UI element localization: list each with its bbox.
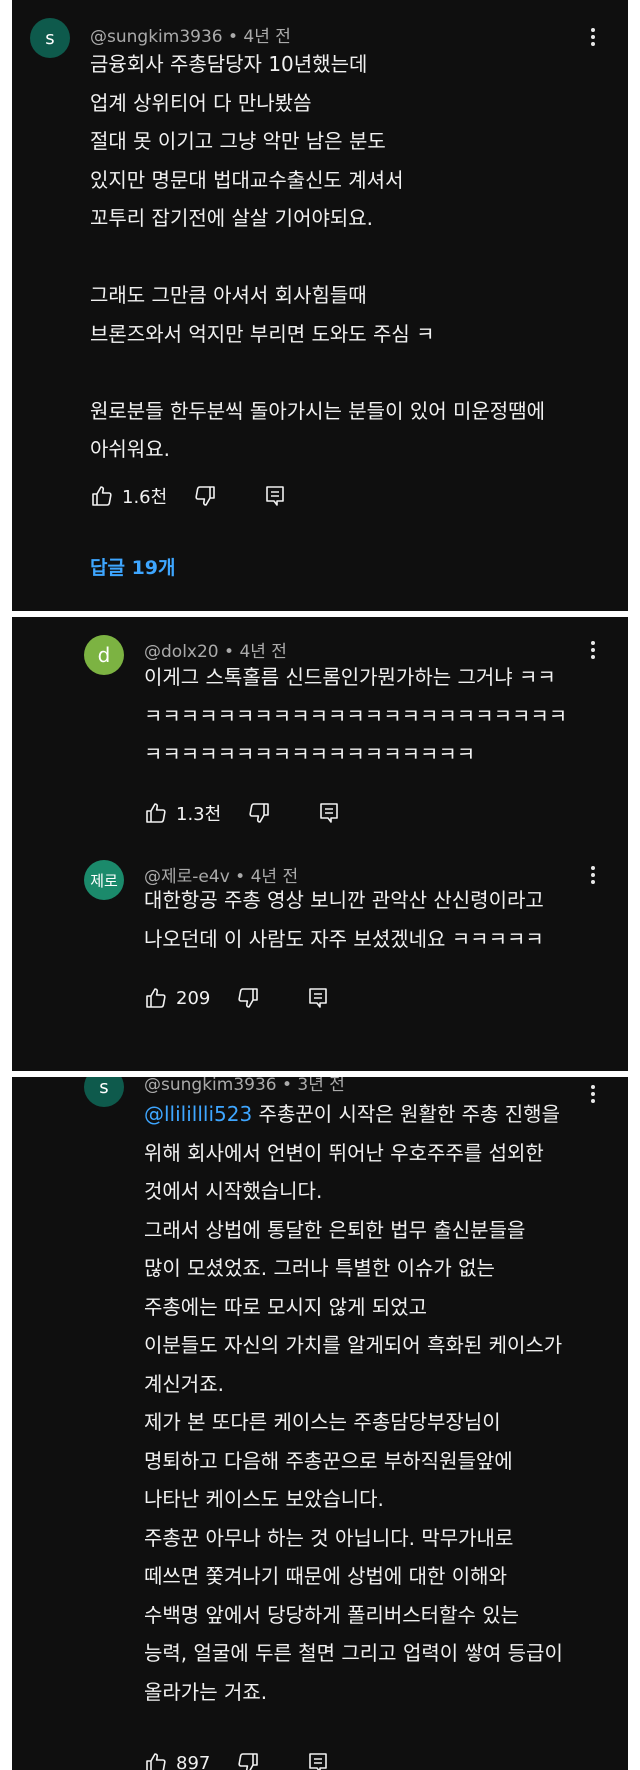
comment-actions: 209 xyxy=(144,986,330,1010)
comment-panel-1: s @sungkim3936 • 4년 전 금융회사 주총담당자 10년했는데 … xyxy=(12,0,628,611)
reply-comment-icon[interactable] xyxy=(317,801,341,825)
comment-actions: 897 xyxy=(144,1751,330,1770)
comment-line: ㅋㅋㅋㅋㅋㅋㅋㅋㅋㅋㅋㅋㅋㅋㅋㅋㅋㅋㅋㅋㅋㅋㅋ xyxy=(144,703,568,728)
avatar-letter: 제로 xyxy=(90,871,118,890)
reply-comment: d @dolx20 • 4년 전 이게그 스톡홀름 신드롬인가뭔가하는 그거냐 … xyxy=(12,617,628,837)
avatar-letter: d xyxy=(97,643,111,667)
comment-panel-2: d @dolx20 • 4년 전 이게그 스톡홀름 신드롬인가뭔가하는 그거냐 … xyxy=(12,617,628,1071)
comment-actions: 1.3천 xyxy=(144,800,341,826)
more-vertical-icon[interactable] xyxy=(590,863,596,887)
comment-line: 금융회사 주총담당자 10년했는데 xyxy=(90,52,368,76)
comment-line: 꼬투리 잡기전에 살살 기어야되요. xyxy=(90,206,374,230)
like-count: 209 xyxy=(176,987,211,1009)
comment-body: 대한항공 주총 영상 보니깐 관악산 산신령이라고 나오던데 이 사람도 자주 … xyxy=(144,881,544,958)
comment-line: 것에서 시작했습니다. xyxy=(144,1179,323,1203)
comment-line xyxy=(90,353,545,392)
avatar[interactable]: 제로 xyxy=(84,860,124,900)
comment-line: 이분들도 자신의 가치를 알게되어 흑화된 케이스가 xyxy=(144,1333,563,1357)
comment-time: • 3년 전 xyxy=(276,1077,345,1095)
comment-body: 이게그 스톡홀름 신드롬인가뭔가하는 그거냐 ㅋㅋ ㅋㅋㅋㅋㅋㅋㅋㅋㅋㅋㅋㅋㅋㅋ… xyxy=(144,658,567,774)
comment-line: 수백명 앞에서 당당하게 폴리버스터할수 있는 xyxy=(144,1602,520,1627)
author-handle[interactable]: @sungkim3936 xyxy=(144,1077,277,1095)
comment-line: 있지만 명문대 법대교수출신도 계셔서 xyxy=(90,167,404,192)
comment-line: 위해 회사에서 언변이 뛰어난 우호주주를 섭외한 xyxy=(144,1140,544,1165)
comment-line: 올라가는 거죠. xyxy=(144,1679,268,1704)
comment-text: 주총꾼이 시작은 원활한 주총 진행을 xyxy=(252,1102,560,1126)
comment-thread: s @sungkim3936 • 4년 전 금융회사 주총담당자 10년했는데 … xyxy=(12,0,628,611)
comment-line: 그래도 그만큼 아셔서 회사힘들때 xyxy=(90,283,367,307)
comment-line: 많이 모셨었죠. 그러나 특별한 이슈가 없는 xyxy=(144,1256,495,1280)
comment-meta: @sungkim3936 • 3년 전 xyxy=(144,1077,345,1095)
like-count: 1.3천 xyxy=(176,804,222,825)
comment-line: 떼쓰면 쫓겨나기 때문에 상법에 대한 이해와 xyxy=(144,1564,507,1588)
comment-first-line: @llilillli523 주총꾼이 시작은 원활한 주총 진행을 xyxy=(144,1095,563,1134)
thumbs-up-icon[interactable] xyxy=(90,484,114,508)
comment-meta: @sungkim3936 • 4년 전 xyxy=(90,22,291,47)
comment-time: • 4년 전 xyxy=(222,27,291,47)
comment-actions: 1.6천 xyxy=(90,483,287,509)
comment-line: 능력, 얼굴에 두른 철면 그리고 업력이 쌓여 등급이 xyxy=(144,1641,563,1665)
comment-line xyxy=(90,238,545,277)
comment-line: 업계 상위티어 다 만나봤씀 xyxy=(90,90,312,115)
comment-line: 명퇴하고 다음해 주총꾼으로 부하직원들앞에 xyxy=(144,1448,513,1473)
author-handle[interactable]: @sungkim3936 xyxy=(90,27,223,47)
comment-line: 주총꾼 아무나 하는 것 아닙니다. 막무가내로 xyxy=(144,1525,514,1550)
avatar-letter: s xyxy=(45,27,55,49)
view-replies-link[interactable]: 답글 19개 xyxy=(90,553,176,580)
thumbs-up-icon[interactable] xyxy=(144,801,168,825)
comment-line: 계신거죠. xyxy=(144,1371,224,1396)
comment-body: 금융회사 주총담당자 10년했는데 업계 상위티어 다 만나봤씀 절대 못 이기… xyxy=(90,45,545,469)
comment-line: 주총에는 따로 모시지 않게 되었고 xyxy=(144,1294,428,1319)
comment-line: 이게그 스톡홀름 신드롬인가뭔가하는 그거냐 ㅋㅋ xyxy=(144,665,556,689)
thumbs-up-icon[interactable] xyxy=(144,1751,168,1770)
reply-comment: s @sungkim3936 • 3년 전 @llilillli523 주총꾼이… xyxy=(12,1077,628,1770)
comment-line: 나타난 케이스도 보았습니다. xyxy=(144,1487,384,1511)
comment-line: 브론즈와서 억지만 부리면 도와도 주심 ㅋ xyxy=(90,321,435,346)
comment-line: 제가 본 또다른 케이스는 주총담당부장님이 xyxy=(144,1410,501,1434)
thumbs-up-icon[interactable] xyxy=(144,986,168,1010)
reply-comment-icon[interactable] xyxy=(306,1751,330,1770)
thumbs-down-icon[interactable] xyxy=(247,801,271,825)
comment-line: 절대 못 이기고 그냥 악만 남은 분도 xyxy=(90,129,386,153)
like-count: 1.6천 xyxy=(122,487,168,508)
reply-comment-icon[interactable] xyxy=(263,484,287,508)
avatar[interactable]: s xyxy=(84,1077,124,1107)
thumbs-down-icon[interactable] xyxy=(236,986,260,1010)
more-vertical-icon[interactable] xyxy=(590,1082,596,1106)
comment-line: 그래서 상법에 통달한 은퇴한 법무 출신분들을 xyxy=(144,1217,526,1242)
more-vertical-icon[interactable] xyxy=(590,638,596,662)
avatar[interactable]: s xyxy=(30,18,70,58)
mention-link[interactable]: @llilillli523 xyxy=(144,1102,252,1126)
comment-line: 아쉬워요. xyxy=(90,437,170,461)
comment-panel-3: s @sungkim3936 • 3년 전 @llilillli523 주총꾼이… xyxy=(12,1077,628,1770)
comment-body: @llilillli523 주총꾼이 시작은 원활한 주총 진행을 위해 회사에… xyxy=(144,1095,563,1711)
comment-line: 원로분들 한두분씩 돌아가시는 분들이 있어 미운정땜에 xyxy=(90,398,545,423)
thumbs-down-icon[interactable] xyxy=(236,1751,260,1770)
more-vertical-icon[interactable] xyxy=(590,25,596,49)
avatar[interactable]: d xyxy=(84,635,124,675)
reply-comment-icon[interactable] xyxy=(306,986,330,1010)
comment-line: 대한항공 주총 영상 보니깐 관악산 산신령이라고 xyxy=(144,888,544,912)
like-count: 897 xyxy=(176,1752,211,1770)
comment-line: ㅋㅋㅋㅋㅋㅋㅋㅋㅋㅋㅋㅋㅋㅋㅋㅋㅋㅋ xyxy=(144,742,476,766)
reply-comment: 제로 @제로-e4v • 4년 전 대한항공 주총 영상 보니깐 관악산 산신령… xyxy=(12,847,628,1071)
thumbs-down-icon[interactable] xyxy=(193,484,217,508)
comment-line: 나오던데 이 사람도 자주 보셨겠네요 ㅋㅋㅋㅋㅋ xyxy=(144,926,544,951)
avatar-letter: s xyxy=(99,1077,109,1098)
